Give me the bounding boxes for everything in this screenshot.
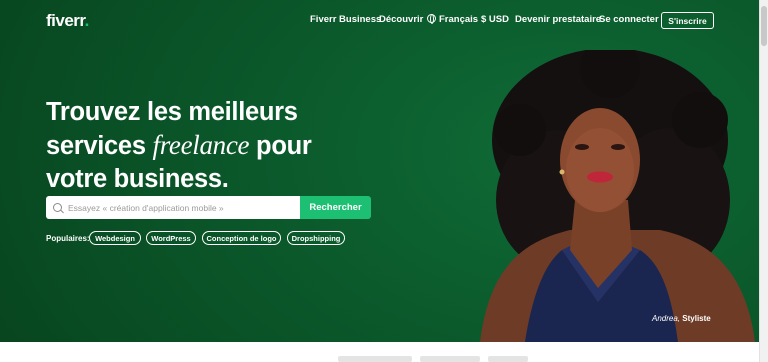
popular-tag-wordpress[interactable]: WordPress [146,231,196,245]
hero-headline: Trouvez les meilleurs services freelance… [46,96,366,196]
nav-language[interactable]: Français [427,14,478,25]
scrollbar-thumb[interactable] [761,6,767,46]
nav-fiverr-business[interactable]: Fiverr Business [310,14,381,25]
headline-line-2: services freelance pour [46,129,366,163]
hero-section: fiverr. Fiverr Business Découvrir França… [0,0,759,342]
nav-sign-in[interactable]: Se connecter [599,14,659,25]
popular-tag-dropshipping[interactable]: Dropshipping [287,231,345,245]
headline-pour: pour [256,132,312,160]
headline-line-1: Trouvez les meilleurs [46,98,298,126]
search-input[interactable] [68,202,288,213]
join-button[interactable]: S'inscrire [661,12,714,29]
caption-role: Styliste [682,314,711,323]
caption-name: Andrea, [652,314,681,323]
popular-tag-webdesign[interactable]: Webdesign [89,231,141,245]
popular-tag-logo-design[interactable]: Conception de logo [202,231,281,245]
nav-explore[interactable]: Découvrir [379,14,423,25]
portrait-caption: Andrea, Styliste [652,314,711,323]
nav-become-seller[interactable]: Devenir prestataire [515,14,601,25]
popular-label: Populaires: [46,234,90,243]
search-button[interactable]: Rechercher [300,196,371,219]
fiverr-logo[interactable]: fiverr. [46,11,89,31]
logo-text: fiverr [46,11,85,30]
headline-services: services [46,132,146,160]
hero-portrait-image [480,50,755,342]
nav-language-label: Français [439,14,479,25]
below-hero-heading-hint-2 [420,356,480,362]
logo-dot: . [84,11,90,30]
headline-line-3: votre business. [46,165,229,193]
headline-freelance: freelance [152,130,250,160]
nav-currency[interactable]: $ USD [481,14,509,25]
below-hero-heading-hint [338,356,412,362]
search-box[interactable] [46,196,300,219]
page-scrollbar[interactable] [759,0,768,362]
globe-icon [427,14,436,24]
below-hero-heading-hint-3 [488,356,528,362]
search-icon [53,203,62,212]
viewport: fiverr. Fiverr Business Découvrir França… [0,0,768,362]
